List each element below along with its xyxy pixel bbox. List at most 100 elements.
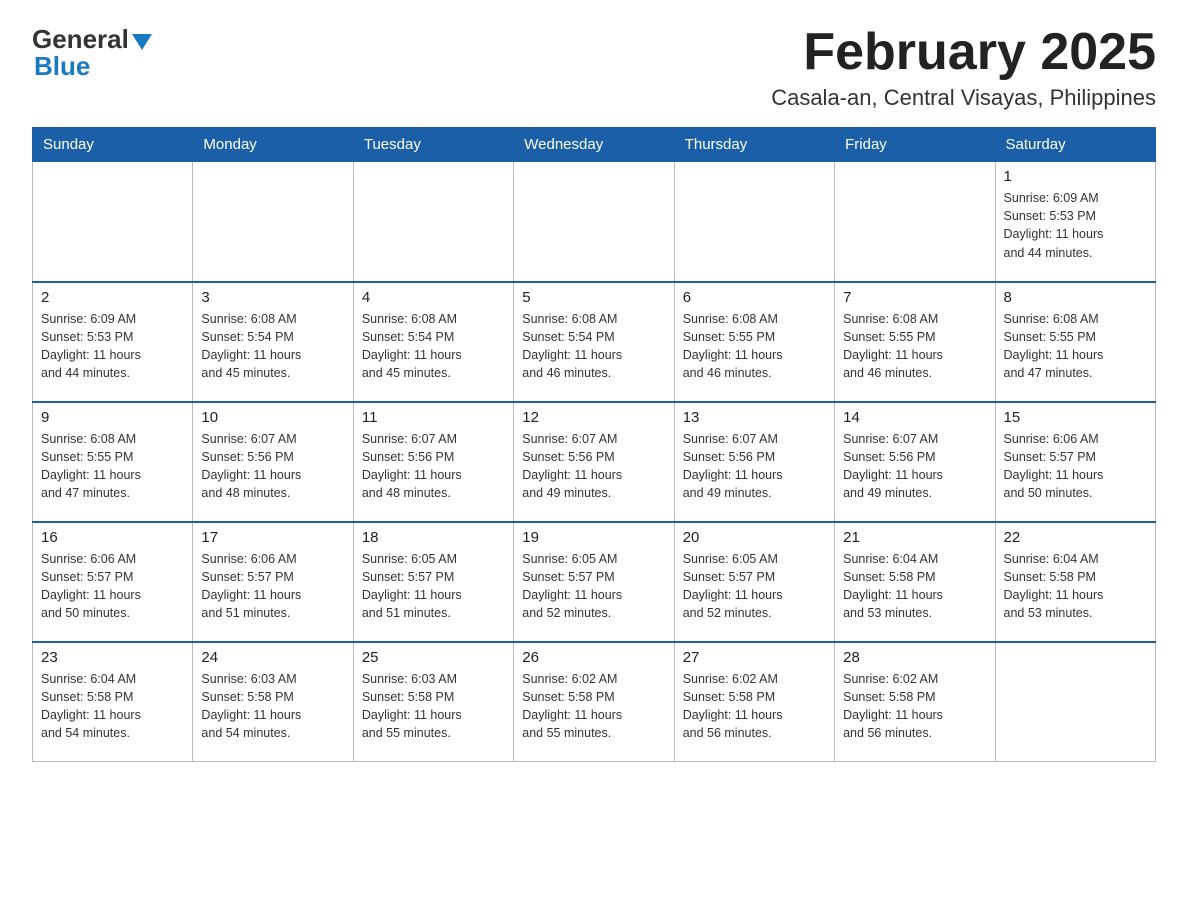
table-row bbox=[995, 642, 1155, 762]
table-row: 4 Sunrise: 6:08 AMSunset: 5:54 PMDaylight… bbox=[353, 282, 513, 402]
table-row bbox=[514, 162, 674, 282]
table-row: 5 Sunrise: 6:08 AMSunset: 5:54 PMDaylight… bbox=[514, 282, 674, 402]
day-number: 18 bbox=[362, 529, 505, 546]
weekday-header-row: Sunday Monday Tuesday Wednesday Thursday… bbox=[33, 128, 1156, 162]
table-row: 8 Sunrise: 6:08 AMSunset: 5:55 PMDaylight… bbox=[995, 282, 1155, 402]
header-sunday: Sunday bbox=[33, 128, 193, 162]
day-number: 17 bbox=[201, 529, 344, 546]
table-row: 14Sunrise: 6:07 AMSunset: 5:56 PMDayligh… bbox=[835, 402, 995, 522]
table-row: 3Sunrise: 6:08 AMSunset: 5:54 PMDaylight… bbox=[193, 282, 353, 402]
logo: General Blue bbox=[32, 24, 152, 82]
day-info: Sunrise: 6:06 AMSunset: 5:57 PMDaylight:… bbox=[41, 550, 184, 623]
table-row: 26 Sunrise: 6:02 AMSunset: 5:58 PMDayligh… bbox=[514, 642, 674, 762]
header-tuesday: Tuesday bbox=[353, 128, 513, 162]
day-number: 8 bbox=[1004, 289, 1147, 306]
calendar-week-row: 9Sunrise: 6:08 AMSunset: 5:55 PMDaylight… bbox=[33, 402, 1156, 522]
day-number: 19 bbox=[522, 529, 665, 546]
day-number: 9 bbox=[41, 409, 184, 426]
table-row: 15 Sunrise: 6:06 AMSunset: 5:57 PMDayligh… bbox=[995, 402, 1155, 522]
table-row: 21 Sunrise: 6:04 AMSunset: 5:58 PMDayligh… bbox=[835, 522, 995, 642]
day-number: 14 bbox=[843, 409, 986, 426]
day-info: Sunrise: 6:05 AMSunset: 5:57 PMDaylight:… bbox=[683, 550, 826, 623]
table-row: 19 Sunrise: 6:05 AMSunset: 5:57 PMDayligh… bbox=[514, 522, 674, 642]
table-row: 16 Sunrise: 6:06 AMSunset: 5:57 PMDayligh… bbox=[33, 522, 193, 642]
table-row: 10 Sunrise: 6:07 AMSunset: 5:56 PMDayligh… bbox=[193, 402, 353, 522]
day-info: Sunrise: 6:08 AMSunset: 5:55 PMDaylight:… bbox=[683, 310, 826, 383]
header-saturday: Saturday bbox=[995, 128, 1155, 162]
calendar-week-row: 23Sunrise: 6:04 AMSunset: 5:58 PMDayligh… bbox=[33, 642, 1156, 762]
day-info: Sunrise: 6:05 AMSunset: 5:57 PMDaylight:… bbox=[522, 550, 665, 623]
day-info: Sunrise: 6:04 AMSunset: 5:58 PMDaylight:… bbox=[1004, 550, 1147, 623]
day-info: Sunrise: 6:03 AMSunset: 5:58 PMDaylight:… bbox=[362, 670, 505, 743]
day-info: Sunrise: 6:02 AMSunset: 5:58 PMDaylight:… bbox=[843, 670, 986, 743]
day-number: 13 bbox=[683, 409, 826, 426]
day-info: Sunrise: 6:03 AMSunset: 5:58 PMDaylight:… bbox=[201, 670, 344, 743]
logo-triangle-icon bbox=[132, 34, 152, 50]
day-number: 2 bbox=[41, 289, 184, 306]
calendar-week-row: 2 Sunrise: 6:09 AMSunset: 5:53 PMDaylight… bbox=[33, 282, 1156, 402]
table-row: 23Sunrise: 6:04 AMSunset: 5:58 PMDayligh… bbox=[33, 642, 193, 762]
table-row: 28 Sunrise: 6:02 AMSunset: 5:58 PMDayligh… bbox=[835, 642, 995, 762]
day-info: Sunrise: 6:06 AMSunset: 5:57 PMDaylight:… bbox=[1004, 430, 1147, 503]
table-row: 25 Sunrise: 6:03 AMSunset: 5:58 PMDayligh… bbox=[353, 642, 513, 762]
title-section: February 2025 Casala-an, Central Visayas… bbox=[771, 24, 1156, 111]
day-info: Sunrise: 6:08 AMSunset: 5:55 PMDaylight:… bbox=[843, 310, 986, 383]
day-info: Sunrise: 6:02 AMSunset: 5:58 PMDaylight:… bbox=[522, 670, 665, 743]
day-number: 7 bbox=[843, 289, 986, 306]
day-number: 3 bbox=[201, 289, 344, 306]
day-info: Sunrise: 6:07 AMSunset: 5:56 PMDaylight:… bbox=[201, 430, 344, 503]
day-number: 12 bbox=[522, 409, 665, 426]
table-row bbox=[353, 162, 513, 282]
day-info: Sunrise: 6:04 AMSunset: 5:58 PMDaylight:… bbox=[843, 550, 986, 623]
day-info: Sunrise: 6:08 AMSunset: 5:54 PMDaylight:… bbox=[362, 310, 505, 383]
day-number: 21 bbox=[843, 529, 986, 546]
day-number: 10 bbox=[201, 409, 344, 426]
day-number: 26 bbox=[522, 649, 665, 666]
header-friday: Friday bbox=[835, 128, 995, 162]
day-info: Sunrise: 6:04 AMSunset: 5:58 PMDaylight:… bbox=[41, 670, 184, 743]
table-row: 24 Sunrise: 6:03 AMSunset: 5:58 PMDayligh… bbox=[193, 642, 353, 762]
table-row bbox=[835, 162, 995, 282]
table-row: 27Sunrise: 6:02 AMSunset: 5:58 PMDayligh… bbox=[674, 642, 834, 762]
table-row: 6 Sunrise: 6:08 AMSunset: 5:55 PMDaylight… bbox=[674, 282, 834, 402]
table-row bbox=[33, 162, 193, 282]
day-info: Sunrise: 6:09 AMSunset: 5:53 PMDaylight:… bbox=[1004, 189, 1147, 262]
day-number: 24 bbox=[201, 649, 344, 666]
calendar-table: Sunday Monday Tuesday Wednesday Thursday… bbox=[32, 127, 1156, 762]
day-info: Sunrise: 6:05 AMSunset: 5:57 PMDaylight:… bbox=[362, 550, 505, 623]
day-number: 1 bbox=[1004, 168, 1147, 185]
day-info: Sunrise: 6:07 AMSunset: 5:56 PMDaylight:… bbox=[683, 430, 826, 503]
table-row: 17 Sunrise: 6:06 AMSunset: 5:57 PMDayligh… bbox=[193, 522, 353, 642]
day-number: 20 bbox=[683, 529, 826, 546]
day-number: 4 bbox=[362, 289, 505, 306]
table-row: 18 Sunrise: 6:05 AMSunset: 5:57 PMDayligh… bbox=[353, 522, 513, 642]
day-number: 22 bbox=[1004, 529, 1147, 546]
header-wednesday: Wednesday bbox=[514, 128, 674, 162]
table-row: 22 Sunrise: 6:04 AMSunset: 5:58 PMDayligh… bbox=[995, 522, 1155, 642]
table-row: 2 Sunrise: 6:09 AMSunset: 5:53 PMDaylight… bbox=[33, 282, 193, 402]
table-row: 9Sunrise: 6:08 AMSunset: 5:55 PMDaylight… bbox=[33, 402, 193, 522]
day-number: 16 bbox=[41, 529, 184, 546]
month-title: February 2025 bbox=[771, 24, 1156, 81]
day-number: 15 bbox=[1004, 409, 1147, 426]
day-number: 6 bbox=[683, 289, 826, 306]
table-row bbox=[674, 162, 834, 282]
table-row: 20 Sunrise: 6:05 AMSunset: 5:57 PMDayligh… bbox=[674, 522, 834, 642]
day-number: 28 bbox=[843, 649, 986, 666]
table-row bbox=[193, 162, 353, 282]
logo-blue-text: Blue bbox=[34, 51, 90, 82]
day-info: Sunrise: 6:08 AMSunset: 5:54 PMDaylight:… bbox=[522, 310, 665, 383]
header-monday: Monday bbox=[193, 128, 353, 162]
day-number: 5 bbox=[522, 289, 665, 306]
table-row: 1 Sunrise: 6:09 AMSunset: 5:53 PMDaylight… bbox=[995, 162, 1155, 282]
calendar-week-row: 1 Sunrise: 6:09 AMSunset: 5:53 PMDaylight… bbox=[33, 162, 1156, 282]
day-info: Sunrise: 6:07 AMSunset: 5:56 PMDaylight:… bbox=[522, 430, 665, 503]
day-info: Sunrise: 6:02 AMSunset: 5:58 PMDaylight:… bbox=[683, 670, 826, 743]
page-header: General Blue February 2025 Casala-an, Ce… bbox=[32, 24, 1156, 111]
day-info: Sunrise: 6:09 AMSunset: 5:53 PMDaylight:… bbox=[41, 310, 184, 383]
day-info: Sunrise: 6:08 AMSunset: 5:55 PMDaylight:… bbox=[1004, 310, 1147, 383]
table-row: 13 Sunrise: 6:07 AMSunset: 5:56 PMDayligh… bbox=[674, 402, 834, 522]
day-number: 25 bbox=[362, 649, 505, 666]
day-info: Sunrise: 6:07 AMSunset: 5:56 PMDaylight:… bbox=[362, 430, 505, 503]
day-info: Sunrise: 6:06 AMSunset: 5:57 PMDaylight:… bbox=[201, 550, 344, 623]
